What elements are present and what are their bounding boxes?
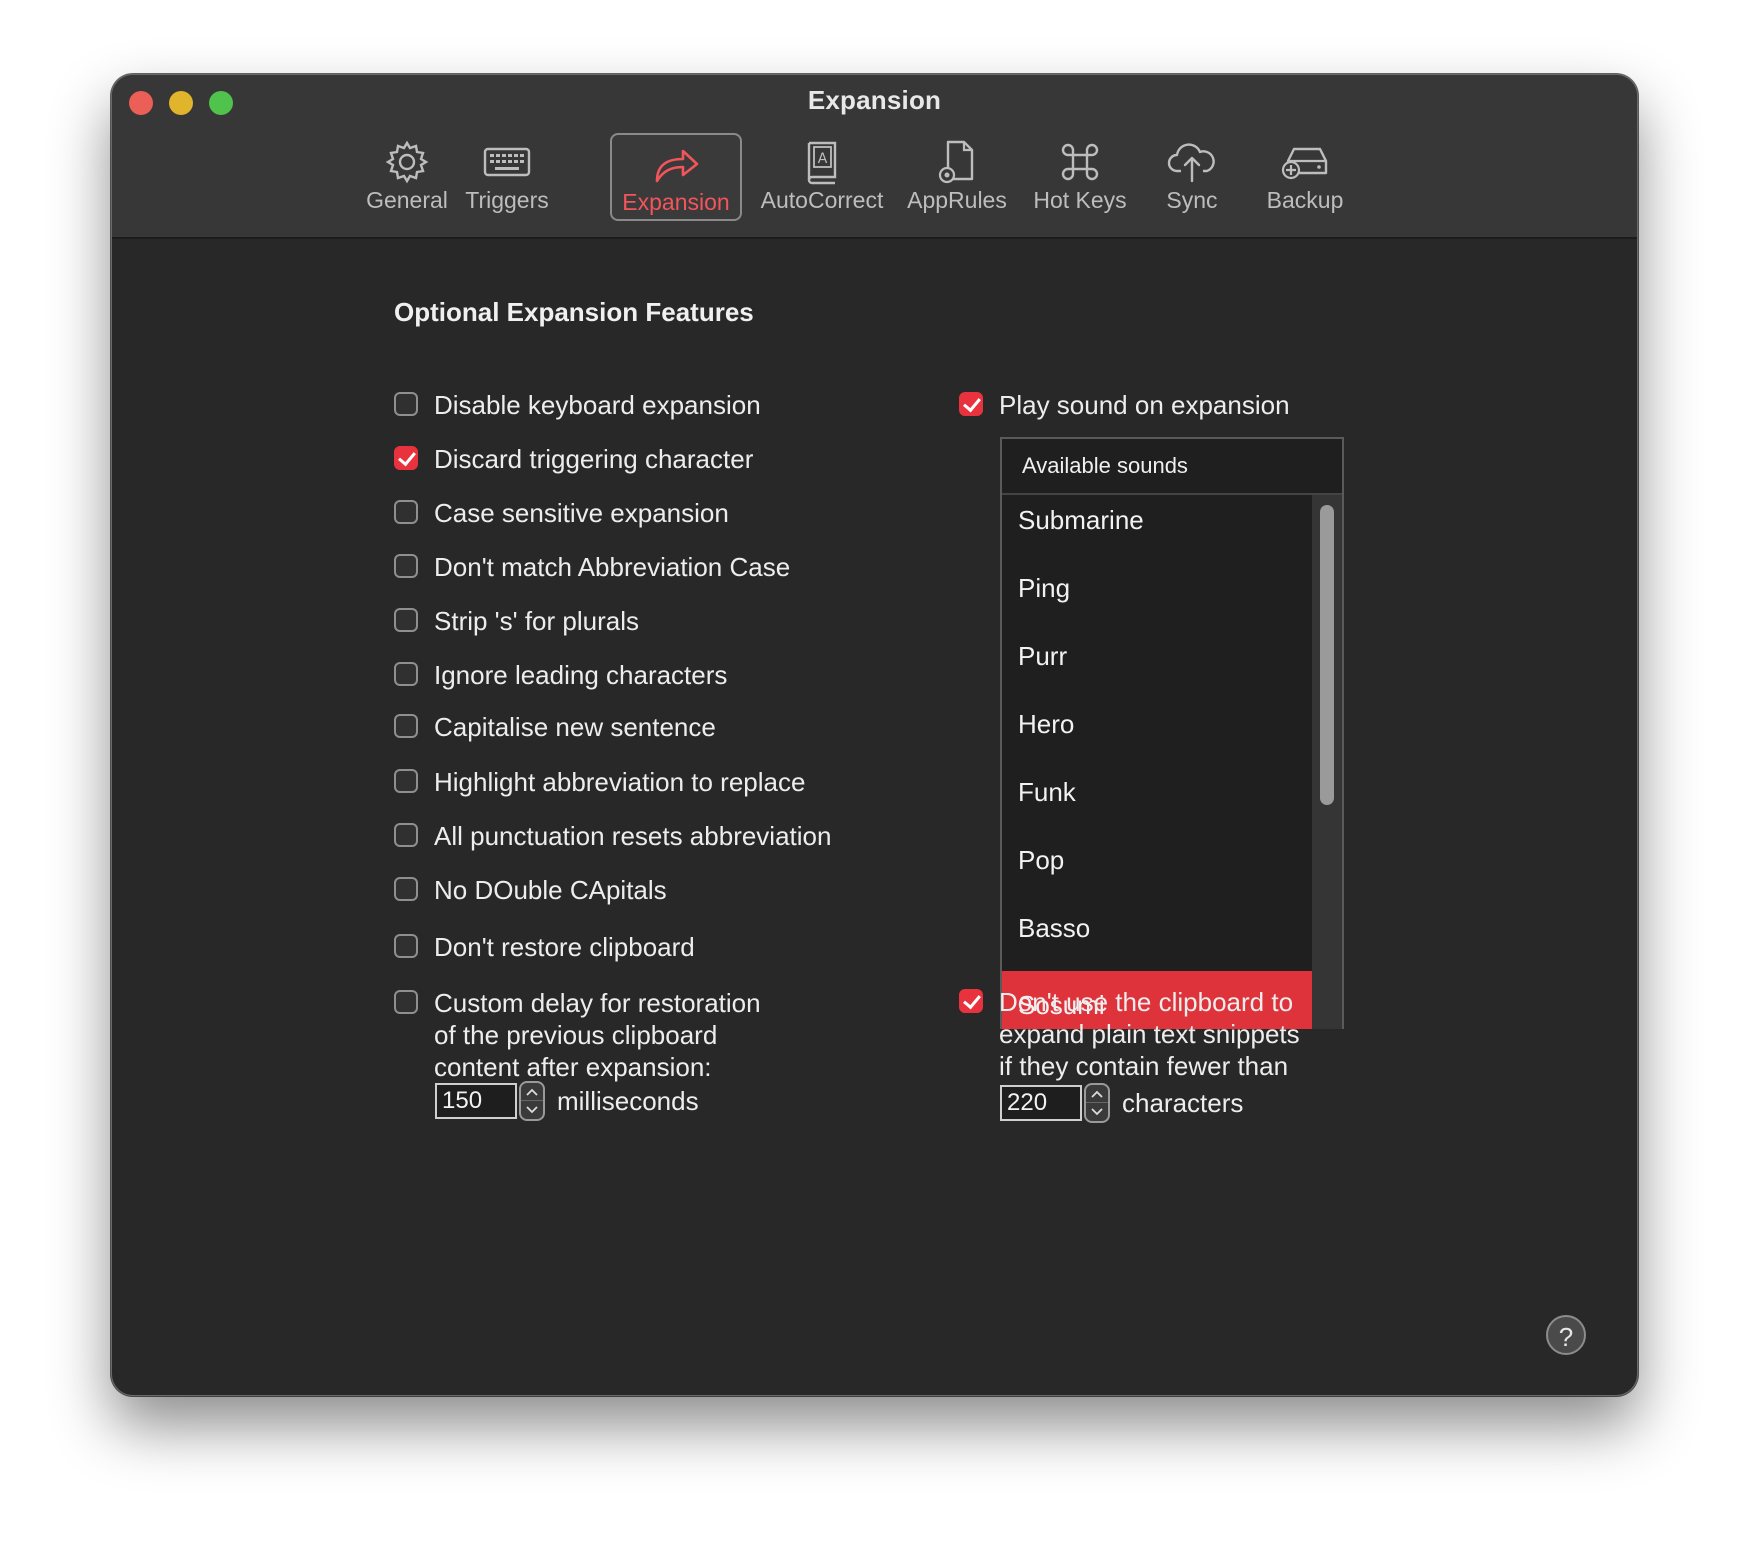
sounds-list: Available sounds Submarine Ping Purr Her… xyxy=(1000,437,1344,1029)
tab-label: Backup xyxy=(1266,187,1344,213)
checkbox[interactable] xyxy=(394,877,418,901)
stepper-up-icon[interactable] xyxy=(1086,1085,1108,1103)
tab-label: Triggers xyxy=(465,187,549,213)
tab-autocorrect[interactable]: A AutoCorrect xyxy=(752,133,892,221)
option-dont-match-abbreviation-case[interactable]: Don't match Abbreviation Case xyxy=(394,551,790,583)
expand-arrow-icon xyxy=(655,149,699,183)
option-label: Play sound on expansion xyxy=(999,390,1290,420)
tab-label: AutoCorrect xyxy=(760,187,884,213)
option-dont-restore-clipboard[interactable]: Don't restore clipboard xyxy=(394,931,695,963)
help-button[interactable]: ? xyxy=(1546,1315,1586,1355)
tab-label: General xyxy=(366,187,448,213)
cloud-upload-icon xyxy=(1167,143,1215,183)
option-label: Don't use the clipboard to expand plain … xyxy=(999,987,1300,1081)
tab-label: Sync xyxy=(1166,187,1218,213)
tab-triggers[interactable]: Triggers xyxy=(457,133,557,221)
option-capitalise-new-sentence[interactable]: Capitalise new sentence xyxy=(394,711,716,743)
option-custom-delay[interactable]: Custom delay for restoration of the prev… xyxy=(394,987,761,1083)
scrollbar-thumb[interactable] xyxy=(1320,505,1334,805)
option-play-sound[interactable]: Play sound on expansion xyxy=(959,389,1290,421)
tab-label: Hot Keys xyxy=(1033,187,1127,213)
option-label: Ignore leading characters xyxy=(434,660,728,690)
checkbox[interactable] xyxy=(394,934,418,958)
char-limit-stepper-row: 220 characters xyxy=(1000,1083,1243,1123)
titlebar: Expansion General Triggers Expansion A A… xyxy=(112,75,1637,239)
option-label: No DOuble CApitals xyxy=(434,875,667,905)
checkbox[interactable] xyxy=(394,392,418,416)
sound-item[interactable]: Purr xyxy=(1002,631,1312,699)
checkbox[interactable] xyxy=(394,714,418,738)
option-highlight-abbreviation[interactable]: Highlight abbreviation to replace xyxy=(394,766,805,798)
delay-stepper[interactable] xyxy=(519,1081,545,1121)
tab-hot-keys[interactable]: Hot Keys xyxy=(1025,133,1135,221)
checkbox[interactable] xyxy=(394,608,418,632)
svg-text:A: A xyxy=(818,151,828,167)
option-discard-triggering-character[interactable]: Discard triggering character xyxy=(394,443,753,475)
option-label: Highlight abbreviation to replace xyxy=(434,767,806,797)
char-limit-unit-label: characters xyxy=(1122,1087,1244,1118)
option-label: Strip 's' for plurals xyxy=(434,606,639,636)
sounds-list-items: Submarine Ping Purr Hero Funk Pop Basso … xyxy=(1002,495,1312,1029)
sounds-list-header: Available sounds xyxy=(1002,439,1342,495)
sound-item[interactable]: Ping xyxy=(1002,563,1312,631)
checkbox[interactable] xyxy=(394,446,418,470)
sounds-scrollbar[interactable] xyxy=(1312,495,1342,1029)
section-title: Optional Expansion Features xyxy=(394,297,754,327)
option-case-sensitive-expansion[interactable]: Case sensitive expansion xyxy=(394,497,729,529)
checkbox[interactable] xyxy=(394,500,418,524)
stepper-up-icon[interactable] xyxy=(521,1083,543,1101)
option-dont-use-clipboard[interactable]: Don't use the clipboard to expand plain … xyxy=(959,986,1300,1082)
option-strip-s-for-plurals[interactable]: Strip 's' for plurals xyxy=(394,605,639,637)
keyboard-icon xyxy=(483,147,531,177)
tab-apprules[interactable]: AppRules xyxy=(902,133,1012,221)
char-limit-stepper[interactable] xyxy=(1084,1083,1110,1123)
sound-item[interactable]: Submarine xyxy=(1002,495,1312,563)
option-label: All punctuation resets abbreviation xyxy=(434,821,832,851)
option-label: Disable keyboard expansion xyxy=(434,390,761,420)
checkbox[interactable] xyxy=(394,554,418,578)
checkbox[interactable] xyxy=(394,990,418,1014)
preferences-window: Expansion General Triggers Expansion A A… xyxy=(111,74,1638,1396)
option-label: Capitalise new sentence xyxy=(434,712,716,742)
sound-item[interactable]: Basso xyxy=(1002,903,1312,971)
option-label: Don't restore clipboard xyxy=(434,932,695,962)
stepper-down-icon[interactable] xyxy=(521,1100,543,1119)
window-title: Expansion xyxy=(807,85,942,115)
tab-expansion[interactable]: Expansion xyxy=(610,133,742,221)
checkbox[interactable] xyxy=(959,989,983,1013)
command-key-icon xyxy=(1061,143,1099,181)
delay-input[interactable]: 150 xyxy=(435,1083,517,1119)
option-disable-keyboard-expansion[interactable]: Disable keyboard expansion xyxy=(394,389,761,421)
checkbox[interactable] xyxy=(394,823,418,847)
sound-item[interactable]: Hero xyxy=(1002,699,1312,767)
delay-stepper-row: 150 milliseconds xyxy=(435,1081,699,1121)
stepper-down-icon[interactable] xyxy=(1086,1102,1108,1121)
option-ignore-leading-characters[interactable]: Ignore leading characters xyxy=(394,659,727,691)
checkbox[interactable] xyxy=(394,769,418,793)
option-no-double-capitals[interactable]: No DOuble CApitals xyxy=(394,874,667,906)
tab-sync[interactable]: Sync xyxy=(1147,133,1237,221)
checkbox[interactable] xyxy=(959,392,983,416)
sound-item[interactable]: Pop xyxy=(1002,835,1312,903)
tab-general[interactable]: General xyxy=(362,133,452,221)
char-limit-input[interactable]: 220 xyxy=(1000,1085,1082,1121)
sound-item[interactable]: Funk xyxy=(1002,767,1312,835)
option-label: Case sensitive expansion xyxy=(434,498,729,528)
checkbox[interactable] xyxy=(394,662,418,686)
gear-icon xyxy=(385,140,429,184)
tab-backup[interactable]: Backup xyxy=(1255,133,1355,221)
tab-label: Expansion xyxy=(622,189,730,215)
option-all-punctuation-resets[interactable]: All punctuation resets abbreviation xyxy=(394,820,831,852)
dictionary-icon: A xyxy=(807,141,837,185)
delay-unit-label: milliseconds xyxy=(557,1085,699,1116)
drive-add-icon xyxy=(1281,147,1328,180)
option-label: Custom delay for restoration of the prev… xyxy=(434,988,761,1082)
tab-label: AppRules xyxy=(907,187,1007,213)
option-label: Discard triggering character xyxy=(434,444,754,474)
document-gear-icon xyxy=(938,140,974,184)
option-label: Don't match Abbreviation Case xyxy=(434,552,791,582)
